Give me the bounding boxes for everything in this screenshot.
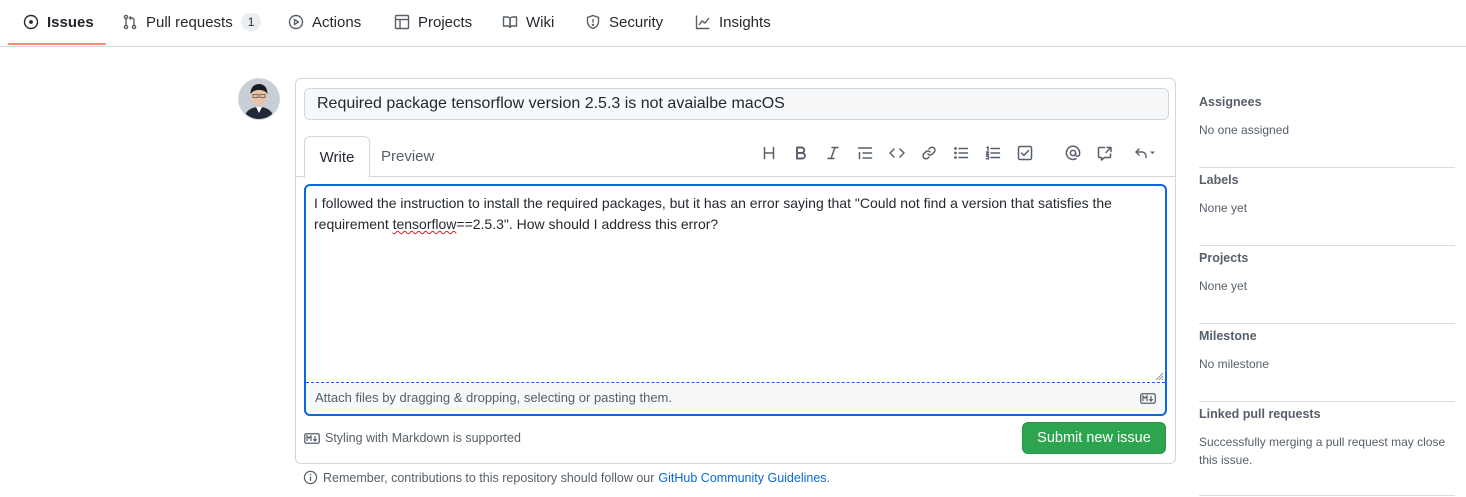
tab-projects[interactable]: Projects bbox=[394, 0, 472, 44]
mention-icon[interactable] bbox=[1062, 142, 1084, 164]
markdown-supported-note: Styling with Markdown is supported bbox=[304, 431, 521, 445]
tab-label: Actions bbox=[312, 13, 362, 31]
avatar-image bbox=[239, 79, 279, 119]
git-pull-request-icon bbox=[123, 14, 137, 30]
markdown-icon bbox=[304, 432, 320, 444]
tab-label: Issues bbox=[47, 13, 94, 31]
sidebar-title: Milestone bbox=[1199, 329, 1257, 343]
sidebar-value: None yet bbox=[1199, 201, 1248, 215]
sidebar-title: Linked pull requests bbox=[1199, 407, 1321, 421]
body-line-2-suffix: ==2.5.3". How should I address this erro… bbox=[456, 216, 719, 232]
body-line-1: I followed the instruction to install th… bbox=[314, 195, 1112, 211]
contribution-guidelines-note: Remember, contributions to this reposito… bbox=[303, 470, 830, 485]
issue-sidebar: Assignees No one assigned Labels None ye… bbox=[1199, 90, 1455, 496]
tab-issues[interactable]: Issues bbox=[23, 0, 94, 44]
sidebar-linked-pull-requests[interactable]: Linked pull requests Successfully mergin… bbox=[1199, 402, 1455, 496]
sidebar-value: Successfully merging a pull request may … bbox=[1199, 435, 1446, 467]
avatar[interactable] bbox=[238, 78, 280, 120]
tab-wiki[interactable]: Wiki bbox=[502, 0, 554, 44]
reply-icon[interactable] bbox=[1130, 142, 1160, 164]
sidebar-milestone[interactable]: Milestone No milestone bbox=[1199, 324, 1455, 402]
tab-label: Pull requests bbox=[146, 13, 233, 31]
sidebar-title: Assignees bbox=[1199, 95, 1262, 109]
tasklist-icon[interactable] bbox=[1014, 142, 1036, 164]
sidebar-value: None yet bbox=[1199, 279, 1248, 293]
tab-pull-requests[interactable]: Pull requests 1 bbox=[122, 0, 262, 44]
code-icon[interactable] bbox=[886, 142, 908, 164]
sidebar-value: No one assigned bbox=[1199, 123, 1290, 137]
markdown-icon[interactable] bbox=[1140, 393, 1156, 404]
tab-insights[interactable]: Insights bbox=[695, 0, 771, 44]
tab-label: Wiki bbox=[526, 13, 555, 31]
sidebar-value: No milestone bbox=[1199, 357, 1270, 371]
info-icon bbox=[303, 470, 318, 485]
attach-files-bar[interactable]: Attach files by dragging & dropping, sel… bbox=[306, 384, 1165, 414]
markdown-note-text: Styling with Markdown is supported bbox=[325, 431, 521, 445]
quote-icon[interactable] bbox=[854, 142, 876, 164]
table-icon bbox=[394, 14, 410, 30]
bold-icon[interactable] bbox=[790, 142, 812, 164]
resize-handle-icon[interactable] bbox=[1155, 372, 1163, 380]
play-icon bbox=[288, 14, 304, 30]
tab-preview[interactable]: Preview bbox=[381, 136, 434, 176]
graph-icon bbox=[695, 15, 710, 30]
ordered-list-icon[interactable] bbox=[982, 142, 1004, 164]
attach-hint: Attach files by dragging & dropping, sel… bbox=[315, 390, 672, 405]
editor-tabs-divider bbox=[296, 176, 1175, 177]
misspelled-word: tensorflow bbox=[392, 216, 457, 232]
footer-period: . bbox=[826, 470, 831, 485]
tab-security[interactable]: Security bbox=[585, 0, 663, 44]
sidebar-title: Labels bbox=[1199, 173, 1239, 187]
issue-title-input[interactable] bbox=[304, 88, 1169, 120]
sidebar-labels[interactable]: Labels None yet bbox=[1199, 168, 1455, 246]
cross-reference-icon[interactable] bbox=[1094, 142, 1116, 164]
sidebar-title: Projects bbox=[1199, 251, 1249, 265]
submit-new-issue-button[interactable]: Submit new issue bbox=[1022, 422, 1166, 454]
italic-icon[interactable] bbox=[822, 142, 844, 164]
body-line-2-prefix: requirement bbox=[314, 216, 393, 232]
shield-icon bbox=[586, 14, 600, 30]
issue-opened-icon bbox=[23, 14, 39, 30]
tab-actions[interactable]: Actions bbox=[288, 0, 361, 44]
tab-label: Security bbox=[609, 13, 664, 31]
tab-label: Projects bbox=[418, 13, 473, 31]
heading-icon[interactable] bbox=[758, 142, 780, 164]
community-guidelines-link[interactable]: GitHub Community Guidelines bbox=[658, 471, 826, 485]
sidebar-projects[interactable]: Projects None yet bbox=[1199, 246, 1455, 324]
link-icon[interactable] bbox=[918, 142, 940, 164]
unordered-list-icon[interactable] bbox=[950, 142, 972, 164]
sidebar-assignees[interactable]: Assignees No one assigned bbox=[1199, 90, 1455, 168]
book-icon bbox=[502, 16, 518, 29]
repo-tab-nav: Issues Pull requests 1 Actions Projects … bbox=[0, 0, 1466, 47]
issue-body-text: I followed the instruction to install th… bbox=[314, 193, 1144, 235]
active-tab-underline bbox=[8, 43, 106, 45]
attach-divider bbox=[306, 382, 1165, 383]
footer-text: Remember, contributions to this reposito… bbox=[323, 470, 655, 485]
issue-body-textarea[interactable]: I followed the instruction to install th… bbox=[304, 184, 1167, 416]
new-issue-form: Write Preview I followed the instruction bbox=[295, 78, 1176, 464]
tab-label: Insights bbox=[719, 13, 771, 31]
tab-write[interactable]: Write bbox=[304, 136, 370, 178]
pull-request-counter: 1 bbox=[240, 13, 262, 31]
